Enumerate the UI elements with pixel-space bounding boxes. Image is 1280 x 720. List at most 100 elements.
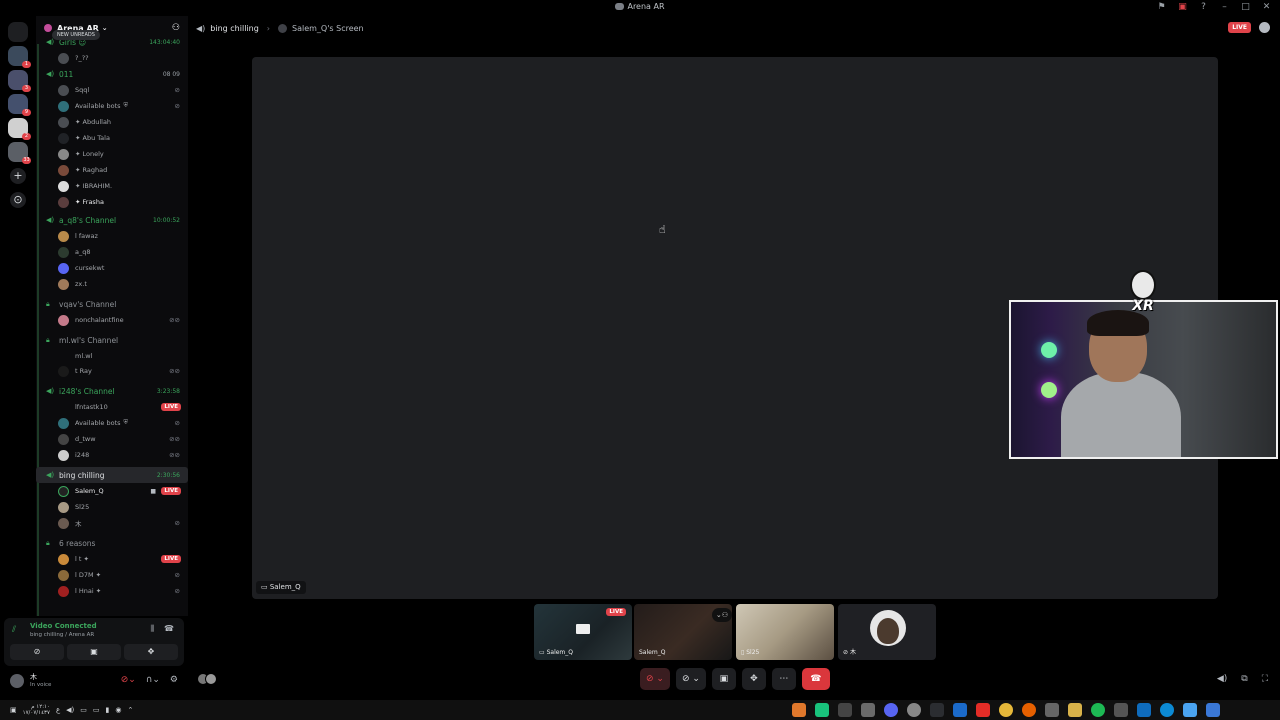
voice-channel[interactable]: ◀) a_q8's Channel 10:00:52 xyxy=(36,212,188,228)
chevron-up-icon[interactable]: ⌃ xyxy=(128,706,134,714)
network-icon[interactable]: ▭ xyxy=(80,706,87,714)
participant-tile[interactable]: ▯ Sl25 xyxy=(736,604,834,660)
more-options-button[interactable]: ⋯ xyxy=(771,668,796,690)
server-icon[interactable]: 1 xyxy=(8,46,31,68)
participant-tile[interactable]: ⌄⚇ Salem_Q xyxy=(634,604,732,660)
noise-suppression-icon[interactable]: ⫼ xyxy=(150,624,154,634)
voice-user[interactable]: l t ✦ LIVE xyxy=(36,551,188,567)
headphones-icon[interactable]: ∩⌄ xyxy=(146,675,160,685)
camera-toggle-button[interactable]: ⊘ xyxy=(10,644,64,660)
app-icon[interactable] xyxy=(792,703,806,717)
windows-start-icon[interactable] xyxy=(1206,703,1220,717)
popout-icon[interactable]: ⧉ xyxy=(1241,674,1247,684)
voice-channel[interactable]: 🔒︎ ml.wl's Channel xyxy=(36,332,188,348)
app-icon[interactable] xyxy=(1114,703,1128,717)
voice-user[interactable]: ?_?? xyxy=(36,50,188,66)
voice-user[interactable]: a_q8 xyxy=(36,244,188,260)
voice-user[interactable]: 木 ⊘ xyxy=(36,515,188,531)
voice-user[interactable]: ✦ Frasha xyxy=(36,194,188,210)
discover-icon[interactable]: ⊙ xyxy=(10,192,26,208)
help-icon[interactable]: ? xyxy=(1198,2,1209,13)
add-member-icon[interactable]: ⚇ xyxy=(172,23,180,33)
voice-user[interactable]: ✦ IBRAHIM. xyxy=(36,178,188,194)
participant-avatars[interactable] xyxy=(197,673,219,687)
battery-icon[interactable]: ▮ xyxy=(106,706,110,714)
signal-icon[interactable]: ⫽ xyxy=(12,625,16,635)
voice-channel-selected[interactable]: ◀) bing chilling 2:30:56 xyxy=(36,467,188,483)
gear-icon[interactable]: ⚙ xyxy=(170,675,178,685)
voice-channel[interactable]: ◀) 011 08 09 xyxy=(36,66,188,82)
new-unreads-pill[interactable]: NEW UNREADS xyxy=(52,30,100,40)
minimize-button[interactable]: – xyxy=(1219,2,1230,13)
voice-user[interactable]: l Hnai ✦ ⊘ xyxy=(36,583,188,599)
app-icon[interactable] xyxy=(1045,703,1059,717)
mic-toggle-button[interactable]: ⊘ ⌄ xyxy=(640,668,670,690)
voice-user[interactable]: ✦ Abu Tala xyxy=(36,130,188,146)
voice-user[interactable]: zx.t xyxy=(36,276,188,292)
voice-user[interactable]: cursekwt xyxy=(36,260,188,276)
clock[interactable]: ١٢:١٠ م ١٧/٠٧/١٤٣٧ xyxy=(23,704,50,716)
firefox-icon[interactable] xyxy=(1022,703,1036,717)
app-icon[interactable] xyxy=(1183,703,1197,717)
mic-muted-icon[interactable]: ⊘⌄ xyxy=(121,675,136,685)
server-icon[interactable]: 3 xyxy=(8,70,31,92)
voice-user[interactable]: Salem_Q ■ LIVE xyxy=(36,483,188,499)
voice-user[interactable]: Available bots ⛨ ⊘ xyxy=(36,98,188,114)
voice-user[interactable]: ml.wl xyxy=(36,348,188,363)
voice-user[interactable]: ✦ Lonely xyxy=(36,146,188,162)
folder-icon[interactable] xyxy=(1068,703,1082,717)
activities-button[interactable]: ✥ xyxy=(124,644,178,660)
voice-user[interactable]: ✦ Abdullah xyxy=(36,114,188,130)
volume-icon[interactable]: ◀) xyxy=(66,706,74,714)
participant-tile[interactable]: LIVE ▭ Salem_Q xyxy=(534,604,632,660)
voice-user[interactable]: Sqql ⊘ xyxy=(36,82,188,98)
outlook-icon[interactable] xyxy=(1137,703,1151,717)
voice-user[interactable]: i248 ⊘⊘ xyxy=(36,447,188,463)
voice-user[interactable]: ✦ Raghad xyxy=(36,162,188,178)
app-icon[interactable] xyxy=(815,703,829,717)
leave-call-button[interactable]: ☎ xyxy=(801,668,830,690)
voice-user[interactable]: nonchalantfine ⊘⊘ xyxy=(36,312,188,328)
app-icon[interactable] xyxy=(930,703,944,717)
discord-icon[interactable] xyxy=(884,703,898,717)
language-icon[interactable]: ع xyxy=(56,706,60,714)
voice-status[interactable]: Video Connected xyxy=(30,622,97,630)
screen-share-button[interactable]: ▣ xyxy=(711,668,736,690)
spotify-icon[interactable] xyxy=(1091,703,1105,717)
popout-icon[interactable]: ⌄⚇ xyxy=(712,608,732,622)
notification-icon[interactable]: ▣ xyxy=(10,706,17,714)
voice-channel[interactable]: ◀) i248's Channel 3:23:58 xyxy=(36,383,188,399)
app-icon[interactable] xyxy=(838,703,852,717)
volume-icon[interactable]: ◀) xyxy=(1217,674,1227,684)
voice-channel[interactable]: 🔒︎ 6 reasons xyxy=(36,535,188,551)
server-icon[interactable]: 2 xyxy=(8,118,31,140)
add-server-icon[interactable]: + xyxy=(10,168,26,184)
youtube-icon[interactable] xyxy=(976,703,990,717)
tray-icon[interactable]: ▭ xyxy=(93,706,100,714)
voice-user[interactable]: lfntastk10 LIVE xyxy=(36,399,188,415)
app-icon[interactable] xyxy=(953,703,967,717)
voice-user[interactable]: l fawaz xyxy=(36,228,188,244)
participant-tile[interactable]: ⊘ 木 xyxy=(838,604,936,660)
gear-icon[interactable] xyxy=(907,703,921,717)
fullscreen-icon[interactable]: ⛶ xyxy=(1262,674,1268,684)
close-button[interactable]: ✕ xyxy=(1261,2,1272,13)
home-button[interactable] xyxy=(8,22,28,42)
tray-icon[interactable]: ◉ xyxy=(115,706,121,714)
inbox-icon[interactable]: ⚑ xyxy=(1156,2,1167,13)
app-icon[interactable] xyxy=(861,703,875,717)
avatar[interactable] xyxy=(10,674,24,688)
voice-user[interactable]: l D7M ✦ ⊘ xyxy=(36,567,188,583)
chat-icon[interactable] xyxy=(1259,22,1270,33)
voice-user[interactable]: d_tww ⊘⊘ xyxy=(36,431,188,447)
camera-toggle-button[interactable]: ⊘ ⌄ xyxy=(675,668,706,690)
chrome-icon[interactable] xyxy=(999,703,1013,717)
voice-user[interactable]: Available bots ⛨ ⊘ xyxy=(36,415,188,431)
server-icon[interactable]: 9 xyxy=(8,94,31,116)
screen-share-icon[interactable]: ▣ xyxy=(1177,2,1188,13)
voice-user[interactable]: t Ray ⊘⊘ xyxy=(36,363,188,379)
maximize-button[interactable]: □ xyxy=(1240,2,1251,13)
disconnect-icon[interactable]: ☎ xyxy=(164,624,174,634)
voice-channel[interactable]: 🔒︎ vqav's Channel xyxy=(36,296,188,312)
activities-button[interactable]: ✥ xyxy=(741,668,766,690)
